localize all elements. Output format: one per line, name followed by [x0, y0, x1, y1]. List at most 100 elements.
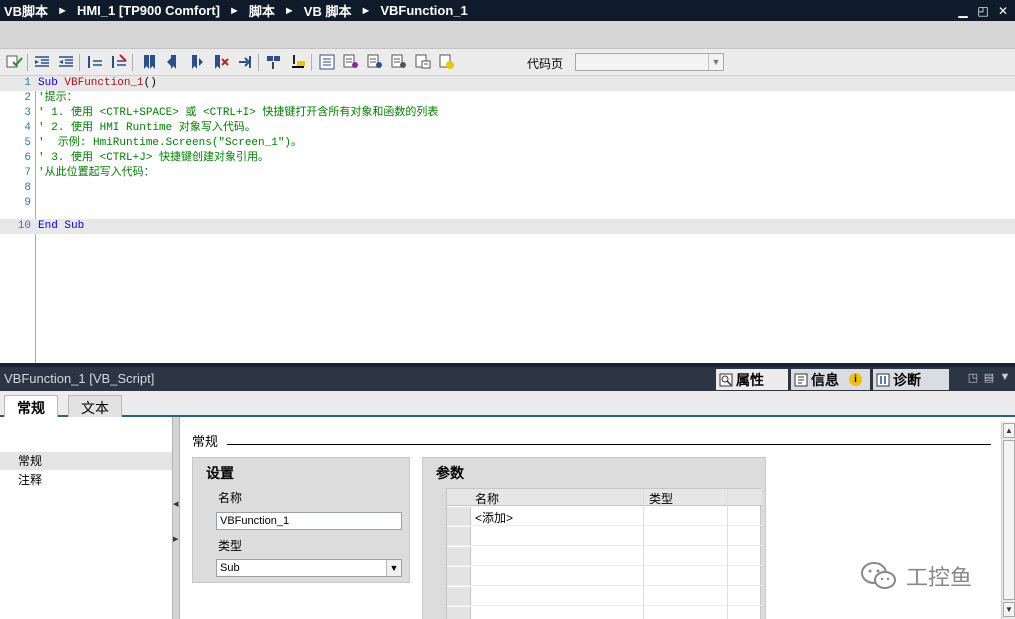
indent-icon[interactable]: [33, 53, 51, 71]
code-line[interactable]: 10 End Sub: [0, 219, 1015, 234]
breadcrumb-item-1[interactable]: HMI_1 [TP900 Comfort]: [77, 3, 220, 18]
table-row: [447, 547, 762, 566]
float-window-icon[interactable]: ◳: [965, 371, 981, 385]
params-table: 名称 类型 <添加>: [446, 488, 762, 619]
goto-line-icon[interactable]: [236, 53, 254, 71]
line-number: 4: [24, 122, 31, 134]
breadcrumb-separator: ►: [283, 4, 295, 17]
parameter-info-icon[interactable]: [390, 53, 408, 71]
breadcrumb-item-3[interactable]: VB 脚本: [304, 1, 352, 20]
highlight-icon[interactable]: [289, 53, 307, 71]
method-list-icon[interactable]: [366, 53, 384, 71]
nav-resize-handle[interactable]: ◀ ▶: [172, 417, 180, 619]
table-row: [447, 567, 762, 586]
code-token: (): [143, 77, 157, 89]
clear-bookmarks-icon[interactable]: [212, 53, 230, 71]
row-header: [447, 547, 471, 565]
breadcrumb-separator: ►: [228, 4, 240, 17]
bookmark-icon[interactable]: [140, 53, 158, 71]
code-line[interactable]: 3 ' 1. 使用 <CTRL+SPACE> 或 <CTRL+I> 快捷键打开含所…: [0, 106, 1015, 121]
code-comment: ' 2. 使用 HMI Runtime 对象写入代码。: [38, 122, 256, 134]
editor-header-band: [0, 21, 1015, 49]
subtab-text[interactable]: 文本: [68, 395, 122, 417]
tab-properties-label: 属性: [736, 371, 764, 388]
code-text: End Sub: [38, 219, 84, 234]
params-table-header: 名称 类型: [447, 489, 762, 506]
outdent-icon[interactable]: [57, 53, 75, 71]
restore-icon[interactable]: ◰: [975, 3, 991, 19]
layout-icon[interactable]: ▤: [981, 371, 997, 385]
column-header-name[interactable]: 名称: [475, 490, 499, 507]
compile-icon[interactable]: [5, 53, 23, 71]
column-header-type[interactable]: 类型: [649, 490, 673, 507]
line-number: 2: [24, 92, 31, 104]
chevron-left-icon[interactable]: ◀: [173, 500, 179, 508]
property-list-icon[interactable]: [342, 53, 360, 71]
scroll-up-icon[interactable]: ▲: [1003, 423, 1015, 438]
params-title: 参数: [436, 465, 464, 481]
code-line[interactable]: 8: [0, 181, 1015, 196]
comment-icon[interactable]: [86, 53, 104, 71]
codepage-select[interactable]: ▼: [575, 53, 724, 71]
code-line[interactable]: 7 '从此位置起写入代码：: [0, 166, 1015, 181]
scroll-thumb[interactable]: [1003, 440, 1015, 600]
breadcrumb-item-4[interactable]: VBFunction_1: [380, 3, 467, 18]
prev-bookmark-icon[interactable]: [164, 53, 182, 71]
table-row-add[interactable]: <添加>: [447, 507, 762, 526]
line-number: 7: [24, 167, 31, 179]
code-function-name: VBFunction_1: [64, 77, 144, 89]
code-line[interactable]: 2 '提示：: [0, 91, 1015, 106]
code-keyword: End Sub: [38, 220, 85, 232]
tab-info[interactable]: 信息 i: [791, 369, 870, 390]
breadcrumb-item-0[interactable]: VB脚本: [4, 1, 48, 20]
collapse-icon[interactable]: ▼: [997, 371, 1013, 385]
chevron-down-icon[interactable]: ▼: [708, 54, 723, 70]
tab-diagnostics-label: 诊断: [893, 371, 921, 388]
code-keyword: Sub: [38, 77, 65, 89]
code-line[interactable]: 1 Sub VBFunction_1(): [0, 76, 1015, 91]
tab-info-label: 信息: [811, 371, 839, 388]
code-editor[interactable]: 1 Sub VBFunction_1() 2 '提示： 3 ' 1. 使用 <CTRL+S…: [0, 76, 1015, 364]
uncomment-icon[interactable]: [110, 53, 128, 71]
close-icon[interactable]: ✕: [995, 3, 1011, 19]
table-row: [447, 607, 762, 619]
toolbar-divider: [79, 54, 80, 71]
subtab-general[interactable]: 常规: [4, 395, 58, 417]
code-line[interactable]: 9: [0, 196, 1015, 211]
code-line[interactable]: 5 ' 示例: HmiRuntime.Screens("Screen_1")。: [0, 136, 1015, 151]
chevron-down-icon[interactable]: ▼: [386, 560, 401, 576]
codepage-label: 代码页: [527, 57, 564, 71]
section-divider: [227, 444, 991, 445]
code-comment: ' 1. 使用 <CTRL+SPACE> 或 <CTRL+I> 快捷键打开含所有…: [38, 107, 439, 119]
inspector-title: VBFunction_1 [VB_Script]: [4, 371, 155, 386]
minimize-icon[interactable]: ▁: [955, 3, 971, 19]
nav-item-general[interactable]: 常规: [0, 452, 172, 470]
code-line[interactable]: 6 ' 3. 使用 <CTRL+J> 快捷键创建对象引用。: [0, 151, 1015, 166]
code-comment: '从此位置起写入代码：: [38, 167, 155, 179]
type-select[interactable]: Sub ▼: [216, 559, 402, 577]
row-header: [447, 527, 471, 545]
inspector-scrollbar[interactable]: ▲ ▼: [1001, 422, 1015, 619]
complete-word-icon[interactable]: [438, 53, 456, 71]
inspector-nav: 常规 注释: [0, 417, 172, 619]
next-bookmark-icon[interactable]: [188, 53, 206, 71]
code-comment: '提示：: [38, 92, 78, 104]
quick-info-icon[interactable]: [414, 53, 432, 71]
breadcrumb-item-2[interactable]: 脚本: [249, 1, 275, 20]
find-object-icon[interactable]: [265, 53, 283, 71]
chevron-right-icon[interactable]: ▶: [173, 535, 179, 543]
add-parameter-cell[interactable]: <添加>: [475, 509, 513, 526]
code-text: ' 3. 使用 <CTRL+J> 快捷键创建对象引用。: [38, 151, 269, 166]
name-input[interactable]: VBFunction_1: [216, 512, 402, 530]
tab-diagnostics[interactable]: 诊断: [873, 369, 949, 390]
tab-properties[interactable]: 属性: [716, 369, 788, 390]
code-text: ' 2. 使用 HMI Runtime 对象写入代码。: [38, 121, 256, 136]
inspector-window-controls: ◳ ▤ ▼: [965, 371, 1013, 385]
breadcrumb-separator: ►: [57, 4, 68, 17]
nav-item-comment[interactable]: 注释: [0, 471, 172, 489]
row-header: [447, 567, 471, 585]
code-line[interactable]: 4 ' 2. 使用 HMI Runtime 对象写入代码。: [0, 121, 1015, 136]
object-list-icon[interactable]: [318, 53, 336, 71]
scroll-down-icon[interactable]: ▼: [1003, 602, 1015, 617]
section-header-general: 常规: [192, 434, 219, 449]
